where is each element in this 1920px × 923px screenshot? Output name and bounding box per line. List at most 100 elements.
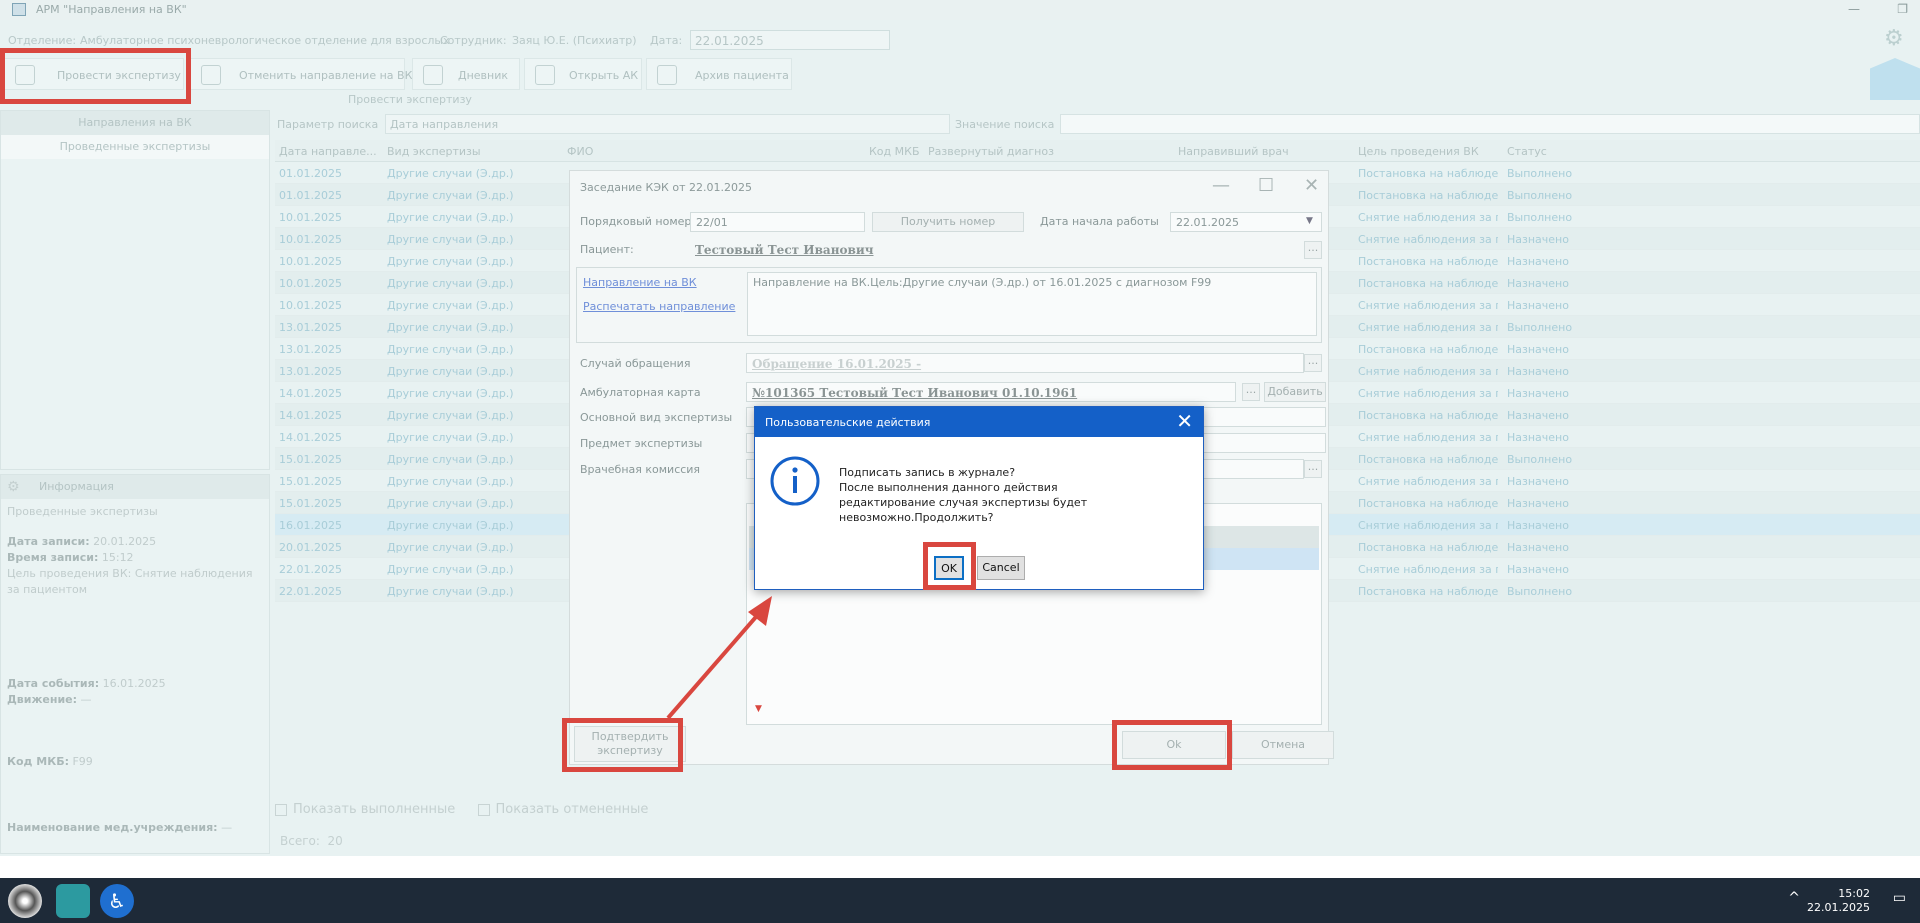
case-label: Случай обращения [580,357,691,370]
get-number-button[interactable]: Получить номер [872,212,1024,232]
notification-icon[interactable]: ▭ [1893,890,1906,906]
dialog-line: Подписать запись в журнале? [839,466,1016,479]
cell-kind: Другие случаи (Э.др.) [387,519,514,532]
restore-button[interactable]: ❐ [1897,2,1908,16]
cell-date: 14.01.2025 [279,409,342,422]
show-canceled-checkbox[interactable] [477,803,490,816]
annotation-box [0,48,191,104]
commission-select-button[interactable]: ... [1304,460,1322,478]
confirm-dialog: Пользовательские действия ✕ Подписать за… [754,406,1204,590]
col-header[interactable]: ФИО [567,145,593,158]
cell-date: 15.01.2025 [279,475,342,488]
maximize-icon[interactable]: ☐ [1258,175,1274,196]
card-select-button[interactable]: ... [1242,383,1260,401]
accessibility-icon[interactable]: ♿ [100,884,134,918]
diary-button[interactable]: Дневник [412,58,520,90]
info-line: Дата записи: 20.01.2025 [7,535,156,548]
cancel-referral-button[interactable]: Отменить направление на ВК [190,58,412,90]
dialog-message: Подписать запись в журнале? После выполн… [839,465,1087,525]
order-label: Порядковый номер [580,215,692,228]
col-header[interactable]: Статус [1507,145,1547,158]
gear-icon[interactable]: ⚙ [1884,28,1906,50]
cell-date: 22.01.2025 [279,563,342,576]
clock-time: 15:02 [1838,887,1870,900]
cell-goal: Постановка на наблюдени... [1358,409,1498,422]
cell-goal: Постановка на наблюдени... [1358,453,1498,466]
cell-date: 14.01.2025 [279,387,342,400]
referral-group: Направление на ВК Распечатать направлени… [576,267,1322,343]
print-referral-link[interactable]: Распечатать направление [583,300,735,313]
cell-date: 10.01.2025 [279,277,342,290]
nav-item-conducted[interactable]: Проведенные экспертизы [1,135,269,159]
gear-icon-small[interactable]: ⚙ [7,479,20,495]
minimize-icon[interactable]: — [1212,175,1230,196]
annotation-box [923,542,976,590]
cell-status: Выполнено [1507,321,1573,334]
col-header[interactable]: Вид экспертизы [387,145,481,158]
col-header[interactable]: Направивший врач [1178,145,1289,158]
info-line: Проведенные экспертизы [7,505,158,518]
start-icon[interactable] [8,884,42,918]
cell-goal: Постановка на наблюдени... [1358,277,1498,290]
open-card-button[interactable]: Открыть АК [524,58,642,90]
chevron-down-icon[interactable]: ▼ [1306,216,1313,226]
app-launcher-icon[interactable] [56,884,90,918]
status-line [0,856,1920,878]
start-date-field[interactable]: 22.01.2025 [1170,212,1322,232]
cell-kind: Другие случаи (Э.др.) [387,497,514,510]
search-param-select[interactable]: Дата направления [385,114,950,134]
clock[interactable]: 15:02 22.01.2025 [1807,887,1870,915]
cell-kind: Другие случаи (Э.др.) [387,189,514,202]
col-header[interactable]: Цель проведения ВК [1358,145,1479,158]
col-header[interactable]: Дата направле... [279,145,377,158]
close-icon[interactable]: ✕ [1304,175,1319,196]
dialog-line: редактирование случая экспертизы будет [839,496,1088,509]
order-input[interactable]: 22/01 [690,212,865,232]
cell-date: 13.01.2025 [279,343,342,356]
cell-kind: Другие случаи (Э.др.) [387,233,514,246]
info-icon [770,456,820,506]
cell-goal: Постановка на наблюдени... [1358,497,1498,510]
kind-label: Основной вид экспертизы [580,411,733,424]
nav-item-referrals[interactable]: Направления на ВК [1,111,269,135]
col-header[interactable]: Развернутый диагноз [928,145,1054,158]
chevron-up-icon[interactable]: ^ [1788,890,1800,906]
info-value: F99 [72,755,93,768]
cell-date: 22.01.2025 [279,585,342,598]
add-button[interactable]: Добавить [1264,382,1326,402]
cell-status: Назначено [1507,255,1569,268]
cancel-button[interactable]: Отмена [1232,731,1334,759]
clock-date: 22.01.2025 [1807,901,1870,914]
show-done-checkbox[interactable] [275,803,287,816]
cell-goal: Постановка на наблюдени... [1358,189,1498,202]
patient-select-button[interactable]: ... [1304,241,1322,259]
patient-archive-button[interactable]: Архив пациента [646,58,792,90]
cell-kind: Другие случаи (Э.др.) [387,167,514,180]
cell-goal: Постановка на наблюдени... [1358,541,1498,554]
title-bar: АРМ "Направления на ВК" — ❐ [0,0,1920,20]
annotation-box [562,718,683,772]
cell-date: 10.01.2025 [279,233,342,246]
employee-value: Заяц Ю.Е. (Психиатр) [512,34,637,47]
col-header[interactable]: Код МКБ [869,145,920,158]
cell-goal: Снятие наблюдения за пац... [1358,365,1498,378]
cell-status: Назначено [1507,563,1569,576]
case-select-button[interactable]: ... [1304,354,1322,372]
cell-goal: Снятие наблюдения за пац... [1358,387,1498,400]
total-value: 20 [327,834,343,848]
referral-text: Направление на ВК.Цель:Другие случаи (Э.… [747,272,1317,336]
search-value-input[interactable] [1060,114,1920,134]
close-icon[interactable]: ✕ [1176,410,1193,432]
date-field[interactable]: 22.01.2025 [690,30,890,50]
dialog-cancel-button[interactable]: Cancel [977,556,1025,580]
cell-kind: Другие случаи (Э.др.) [387,299,514,312]
info-value: — [221,821,233,834]
info-row: Отделение: Амбулаторное психоневрологиче… [0,30,1920,52]
minimize-button[interactable]: — [1848,2,1860,16]
cell-goal: Снятие наблюдения за пац... [1358,431,1498,444]
cell-status: Выполнено [1507,167,1573,180]
toolbar: Провести экспертизу Отменить направление… [0,58,1920,92]
cell-goal: Снятие наблюдения за пац... [1358,211,1498,224]
referral-link[interactable]: Направление на ВК [583,276,697,289]
cell-status: Назначено [1507,233,1569,246]
